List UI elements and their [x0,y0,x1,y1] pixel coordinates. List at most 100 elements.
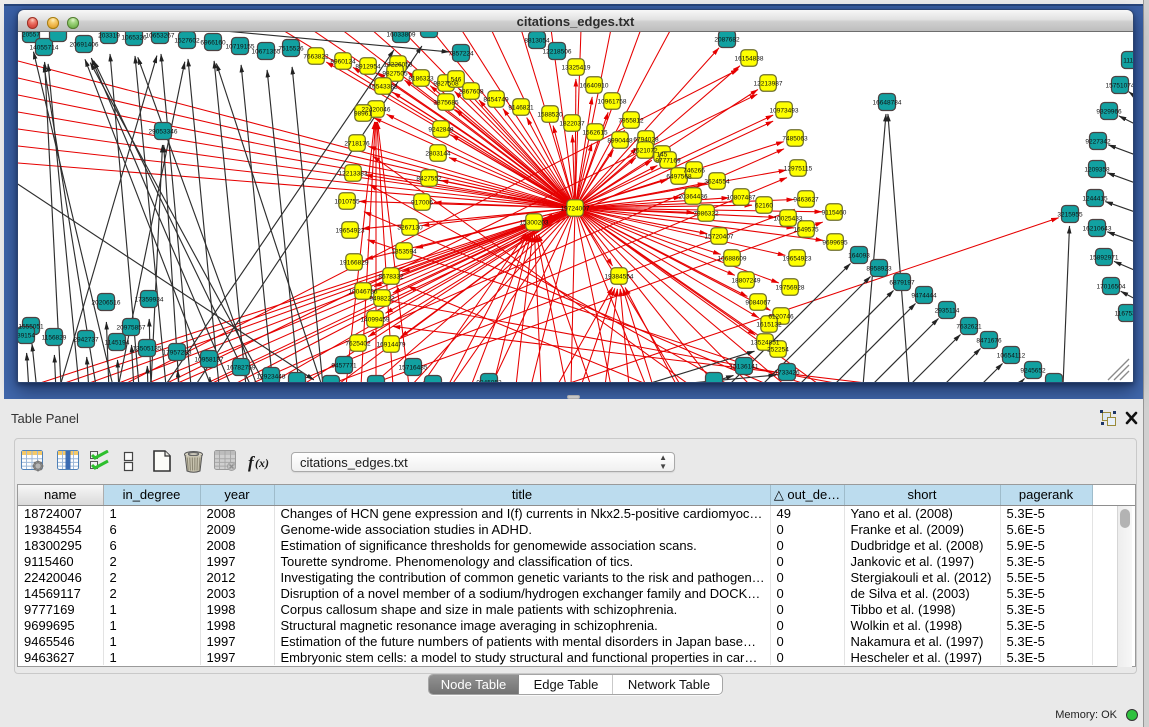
svg-text:16782759: 16782759 [227,365,256,372]
svg-text:19654923: 19654923 [336,228,365,235]
svg-text:1065326: 1065326 [121,35,147,42]
svg-text:2718176: 2718176 [344,141,370,148]
svg-text:19756928: 19756928 [776,285,805,292]
svg-text:19166829: 19166829 [340,260,369,267]
svg-text:8990448: 8990448 [607,138,633,145]
svg-text:2087682: 2087682 [714,37,740,44]
svg-text:8958923: 8958923 [866,266,892,273]
svg-text:8454749: 8454749 [483,97,509,104]
svg-text:3624554: 3624554 [704,179,730,186]
svg-text:10671355: 10671355 [252,49,281,56]
svg-text:7857224: 7857224 [448,51,474,58]
svg-text:14099459: 14099459 [361,317,390,324]
svg-text:9463627: 9463627 [793,197,819,204]
svg-text:13524851: 13524851 [751,340,780,347]
svg-text:10654112: 10654112 [997,353,1026,360]
svg-text:6794028: 6794028 [633,137,659,144]
svg-text:1555051: 1555051 [18,324,44,331]
svg-text:20557: 20557 [22,32,40,39]
svg-text:10807487: 10807487 [727,195,756,202]
svg-text:13325419: 13325419 [562,65,591,72]
svg-text:9457771: 9457771 [331,363,357,370]
svg-text:19654923: 19654923 [783,256,812,263]
svg-text:9498222: 9498222 [369,296,395,303]
svg-text:203319: 203319 [98,33,120,40]
svg-text:15892971: 15892971 [1090,255,1119,262]
svg-text:20364436: 20364436 [679,194,708,201]
svg-text:12975115: 12975115 [784,166,813,173]
svg-text:9227342: 9227342 [1085,139,1111,146]
svg-text:9084067: 9084067 [745,300,771,307]
svg-text:20206516: 20206516 [92,300,121,307]
svg-text:17359934: 17359934 [135,297,164,304]
svg-text:9146821: 9146821 [508,105,534,112]
svg-text:10958137: 10958137 [195,357,224,364]
svg-text:9115460: 9115460 [822,210,847,217]
svg-text:6879197: 6879197 [889,280,915,287]
svg-text:9245052: 9245052 [476,380,502,384]
svg-text:6120746: 6120746 [768,314,794,321]
svg-text:15751074: 15751074 [1106,83,1133,90]
svg-text:16640910: 16640910 [580,83,609,90]
svg-text:164093: 164093 [848,253,870,260]
svg-text:39154: 39154 [18,333,35,340]
svg-text:16210643: 16210643 [1083,226,1112,233]
svg-text:3267130: 3267130 [397,225,423,232]
svg-text:1527602: 1527602 [174,38,200,45]
svg-text:18807249: 18807249 [732,278,761,285]
svg-text:17016504: 17016504 [1097,284,1126,291]
svg-text:19724007: 19724007 [561,206,590,213]
svg-text:8678332: 8678332 [378,274,404,281]
svg-text:8471676: 8471676 [976,338,1002,345]
svg-text:7632621: 7632621 [956,324,982,331]
svg-text:2803144: 2803144 [425,151,451,158]
svg-text:546: 546 [451,77,462,84]
svg-text:1649575: 1649575 [793,227,819,234]
svg-text:10025433: 10025433 [774,216,803,223]
svg-text:8186323: 8186323 [408,76,434,83]
svg-text:3875685: 3875685 [433,100,459,107]
svg-text:19384554: 19384554 [605,274,634,281]
svg-text:1156829: 1156829 [42,335,67,342]
svg-text:8813054: 8813054 [524,38,550,45]
svg-text:20691406: 20691406 [70,42,99,49]
svg-text:15720407: 15720407 [705,234,734,241]
svg-text:1244415: 1244415 [1082,196,1108,203]
svg-text:8960124: 8960124 [330,59,356,66]
svg-text:8427552: 8427552 [416,176,442,183]
svg-text:9699695: 9699695 [822,240,848,247]
svg-text:16033809: 16033809 [387,32,416,39]
svg-text:13505135: 13505135 [133,346,162,353]
svg-text:16648784: 16648784 [873,100,902,107]
svg-text:12213383: 12213383 [339,171,368,178]
svg-text:10688609: 10688609 [718,256,747,263]
svg-text:8912954: 8912954 [355,64,381,71]
svg-text:20975857: 20975857 [117,325,146,332]
svg-text:3215955: 3215955 [1057,212,1083,219]
svg-text:1621072: 1621072 [632,148,658,155]
svg-text:7485063: 7485063 [782,136,808,143]
svg-text:16154838: 16154838 [735,56,764,63]
svg-text:9777169: 9777169 [655,158,681,165]
svg-text:14055714: 14055714 [30,45,59,52]
svg-text:7955812: 7955812 [618,118,644,125]
svg-text:9242848: 9242848 [428,127,454,134]
svg-text:7663822: 7663822 [303,54,329,61]
svg-text:(x): (x) [255,456,269,470]
svg-text:1588520: 1588520 [537,112,563,119]
svg-text:12213987: 12213987 [754,81,783,88]
svg-text:15300203: 15300203 [520,220,549,227]
svg-text:7986322: 7986322 [693,211,719,218]
svg-text:746266: 746266 [683,168,705,175]
svg-text:1353594: 1353594 [391,249,417,256]
svg-text:1615132: 1615132 [756,322,782,329]
svg-text:1822037: 1822037 [559,121,585,128]
svg-text:2867608: 2867608 [458,89,484,96]
svg-text:15136141: 15136141 [730,364,759,371]
svg-text:15716485: 15716485 [399,365,428,372]
svg-text:7625402: 7625402 [345,341,371,348]
svg-text:9329966: 9329966 [1096,109,1122,116]
svg-text:29053346: 29053346 [149,129,178,136]
svg-text:6966160: 6966160 [200,40,226,47]
svg-text:9245652: 9245652 [1020,368,1046,375]
